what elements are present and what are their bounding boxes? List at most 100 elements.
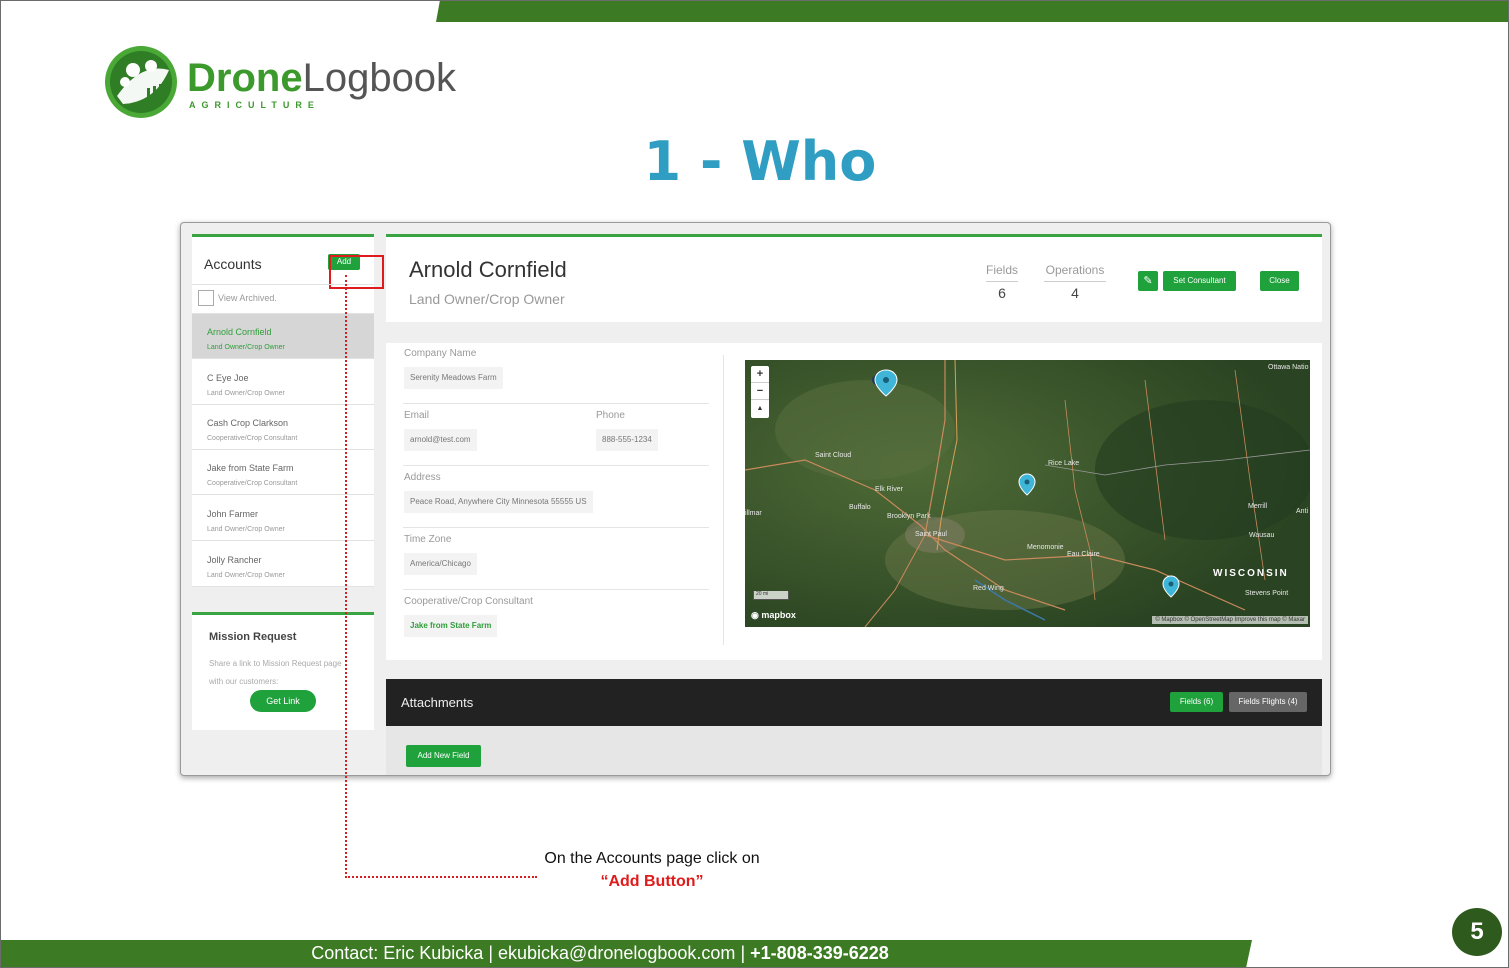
brand-name-bold: Drone: [187, 56, 303, 100]
account-role: Land Owner/Crop Owner: [207, 526, 285, 533]
consultant-label: Cooperative/Crop Consultant: [404, 596, 533, 607]
phone-value: 888-555-1234: [596, 429, 658, 451]
fields-stat-value: 6: [998, 285, 1006, 301]
map-label: Saint Paul: [915, 531, 947, 538]
account-name-heading: Arnold Cornfield: [409, 257, 567, 282]
company-name-label: Company Name: [404, 348, 477, 359]
time-zone-value: America/Chicago: [404, 553, 477, 575]
map-label: Anti: [1296, 508, 1309, 515]
map-label: Red Wing: [973, 585, 1004, 592]
account-details-panel: Company Name Serenity Meadows Farm Email…: [386, 343, 1322, 660]
add-new-field-button[interactable]: Add New Field: [406, 745, 481, 767]
time-zone-label: Time Zone: [404, 534, 452, 545]
divider: [403, 403, 709, 404]
app-window: Accounts Add View Archived. Arnold Cornf…: [180, 222, 1331, 776]
operations-stat-value: 4: [1071, 285, 1079, 301]
divider: [403, 465, 709, 466]
contact-name: Contact: Eric Kubicka: [311, 943, 484, 963]
operations-stat: Operations 4: [1044, 263, 1106, 301]
attachments-title: Attachments: [401, 695, 474, 710]
account-name: John Farmer: [207, 509, 259, 519]
map-label: Elk River: [875, 486, 904, 493]
slide-title: 1 - Who: [643, 130, 877, 193]
map-label: Merrill: [1248, 503, 1268, 510]
add-account-button[interactable]: Add: [328, 254, 360, 270]
separator: |: [488, 943, 493, 963]
contact-email[interactable]: ekubicka@dronelogbook.com: [498, 943, 735, 963]
map-label: Wausau: [1249, 532, 1275, 539]
contact-info: Contact: Eric Kubicka | ekubicka@dronelo…: [0, 943, 1200, 964]
compass-button[interactable]: ▲: [751, 400, 769, 417]
brand-name-light: Logbook: [302, 56, 457, 100]
account-role: Land Owner/Crop Owner: [207, 572, 285, 579]
mission-request-title: Mission Request: [209, 631, 297, 643]
mapbox-logo: ◉ mapbox: [751, 610, 796, 620]
map-terrain: [745, 360, 1310, 627]
pencil-icon: ✎: [1143, 275, 1153, 287]
zoom-out-button[interactable]: −: [751, 383, 769, 400]
company-name-value: Serenity Meadows Farm: [404, 367, 503, 389]
map-label: Rice Lake: [1048, 460, 1080, 467]
account-role: Cooperative/Crop Consultant: [207, 435, 298, 442]
map-label: Menomonie: [1027, 544, 1064, 551]
separator: |: [740, 943, 746, 963]
map-attribution[interactable]: © Mapbox © OpenStreetMap Improve this ma…: [1152, 616, 1308, 624]
address-label: Address: [404, 472, 441, 483]
divider: [723, 355, 724, 645]
account-name: Arnold Cornfield: [207, 327, 272, 337]
account-name: Jolly Rancher: [207, 555, 262, 565]
account-role: Cooperative/Crop Consultant: [207, 480, 298, 487]
address-value: Peace Road, Anywhere City Minnesota 5555…: [404, 491, 593, 513]
email-value: arnold@test.com: [404, 429, 477, 451]
account-name: C Eye Joe: [207, 373, 249, 383]
divider: [403, 527, 709, 528]
fields-tab-button[interactable]: Fields (6): [1170, 692, 1223, 712]
account-header: Arnold Cornfield Land Owner/Crop Owner F…: [386, 234, 1322, 322]
account-role: Land Owner/Crop Owner: [207, 344, 285, 351]
map-label: Saint Cloud: [815, 452, 852, 459]
edit-account-button[interactable]: ✎: [1138, 271, 1158, 291]
annotation-line-1: On the Accounts page click on: [544, 850, 760, 867]
fields-stat-label: Fields: [986, 263, 1018, 282]
fields-map[interactable]: + − ▲ Saint Cloud Elk River Buffalo Broo…: [745, 360, 1310, 627]
mapbox-logo-text: mapbox: [761, 610, 796, 620]
brand-subtitle: AGRICULTURE: [189, 100, 320, 110]
map-label: Buffalo: [849, 504, 871, 511]
set-consultant-button[interactable]: Set Consultant: [1163, 271, 1236, 291]
operations-stat-label: Operations: [1044, 263, 1106, 282]
map-scale: 20 mi: [753, 591, 789, 600]
map-label: Stevens Point: [1245, 590, 1289, 597]
close-button[interactable]: Close: [1260, 271, 1299, 291]
field-flights-tab-button[interactable]: Fields Flights (4): [1229, 692, 1307, 712]
drone-leaf-logo-icon: [105, 46, 177, 118]
map-label: Brooklyn Park: [887, 513, 931, 520]
consultant-value[interactable]: Jake from State Farm: [404, 615, 498, 637]
annotation-line-vertical: [345, 275, 347, 878]
accounts-title: Accounts: [204, 256, 262, 272]
footer-band: Contact: Eric Kubicka | ekubicka@dronelo…: [0, 940, 1509, 968]
view-archived-label: View Archived.: [218, 293, 277, 303]
mission-request-description: Share a link to Mission Request page wit…: [209, 659, 342, 686]
get-link-button[interactable]: Get Link: [250, 690, 316, 712]
attachments-body: Add New Field: [386, 726, 1322, 775]
account-name: Cash Crop Clarkson: [207, 418, 289, 428]
annotation-note: On the Accounts page click on “Add Butto…: [532, 847, 772, 893]
view-archived-checkbox[interactable]: [198, 290, 214, 306]
map-label: illmar: [745, 510, 762, 517]
email-label: Email: [404, 410, 430, 421]
account-role-subheading: Land Owner/Crop Owner: [409, 291, 565, 307]
map-state-label: WISCONSIN: [1213, 568, 1289, 579]
account-name: Jake from State Farm: [207, 463, 294, 473]
zoom-in-button[interactable]: +: [751, 366, 769, 383]
divider: [403, 589, 709, 590]
fields-stat: Fields 6: [986, 263, 1018, 301]
map-zoom-controls: + − ▲: [751, 366, 769, 418]
top-green-band: [0, 0, 1509, 22]
view-archived-toggle[interactable]: View Archived.: [198, 289, 368, 309]
attachments-header: Attachments Fields (6) Fields Flights (4…: [386, 679, 1322, 726]
brand-logo: DroneLogbook AGRICULTURE: [103, 44, 463, 124]
brand-name: DroneLogbook: [187, 58, 456, 98]
account-role: Land Owner/Crop Owner: [207, 390, 285, 397]
contact-phone[interactable]: +1-808-339-6228: [750, 943, 889, 963]
annotation-line-horizontal: [345, 876, 537, 878]
